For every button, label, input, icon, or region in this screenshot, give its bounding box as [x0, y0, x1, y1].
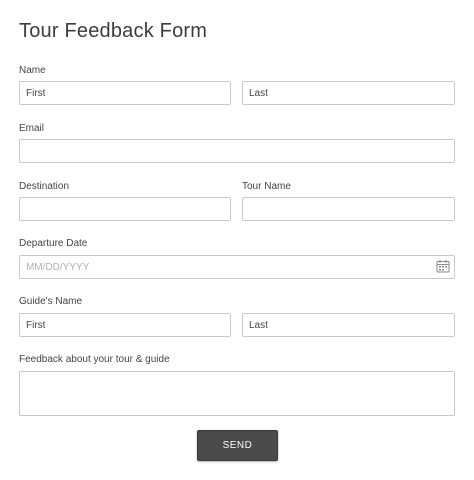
email-input[interactable]	[19, 139, 455, 163]
send-button[interactable]: SEND	[197, 430, 278, 461]
guide-name-label: Guide's Name	[19, 296, 83, 307]
departure-date-label: Departure Date	[19, 238, 88, 249]
guide-first-name-input[interactable]	[19, 313, 231, 337]
email-label: Email	[19, 123, 45, 134]
tour-feedback-form: Tour Feedback Form Name Email Destinatio…	[0, 0, 474, 480]
last-name-input[interactable]	[242, 81, 455, 105]
feedback-label: Feedback about your tour & guide	[19, 354, 170, 365]
tour-name-input[interactable]	[242, 197, 455, 221]
departure-date-input[interactable]	[19, 255, 455, 279]
destination-label: Destination	[19, 181, 70, 192]
feedback-textarea[interactable]	[19, 371, 455, 416]
name-label: Name	[19, 65, 46, 76]
tour-name-label: Tour Name	[242, 181, 291, 192]
destination-input[interactable]	[19, 197, 231, 221]
guide-last-name-input[interactable]	[242, 313, 455, 337]
calendar-icon[interactable]	[436, 259, 450, 273]
form-title: Tour Feedback Form	[19, 20, 208, 42]
first-name-input[interactable]	[19, 81, 231, 105]
